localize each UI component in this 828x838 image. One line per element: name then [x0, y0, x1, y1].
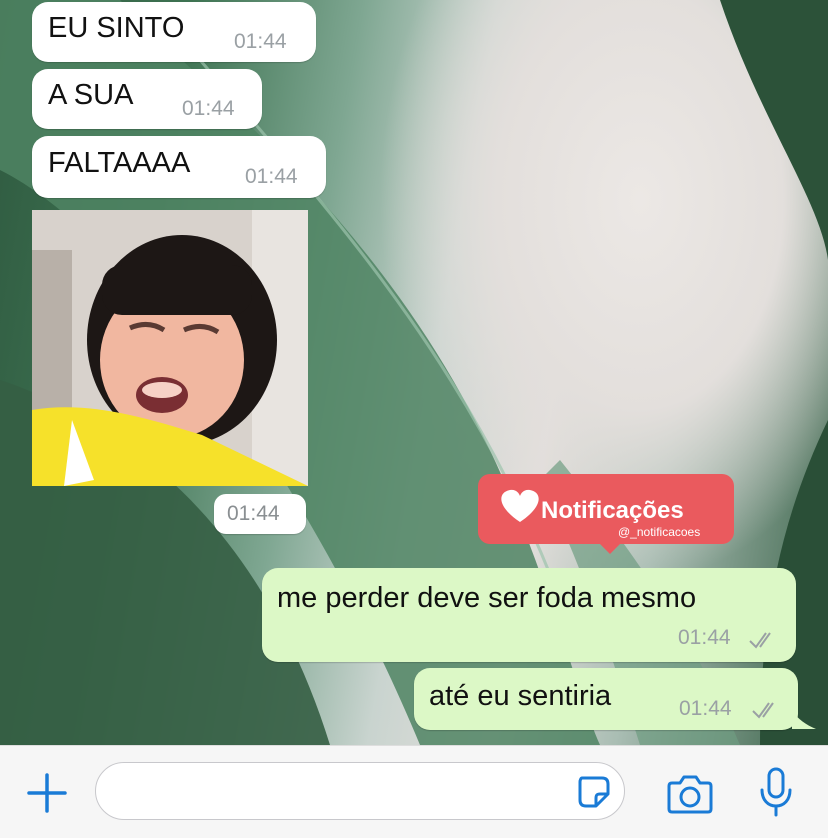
crying-child-photo[interactable]	[32, 210, 308, 486]
bubble-tail	[792, 711, 816, 729]
message-text: FALTAAAA	[48, 147, 191, 179]
watermark-handle: @_notificacoes	[618, 525, 701, 539]
heart-icon	[501, 489, 539, 522]
photo-illustration	[32, 210, 308, 486]
message-input[interactable]	[95, 762, 625, 820]
message-time: 01:44	[678, 626, 731, 649]
message-time: 01:44	[234, 30, 287, 53]
message-bubble-incoming[interactable]: EU SINTO 01:44	[32, 2, 316, 62]
message-time: 01:44	[245, 165, 298, 188]
message-text: EU SINTO	[48, 12, 185, 44]
message-time: 01:44	[679, 697, 732, 720]
message-time: 01:44	[182, 97, 235, 120]
notificacoes-watermark: Notificações @_notificacoes	[478, 474, 734, 554]
message-text: A SUA	[48, 79, 134, 111]
plus-icon[interactable]	[25, 771, 69, 815]
composer-bar	[0, 745, 828, 838]
double-check-icon	[749, 632, 771, 649]
double-check-icon	[752, 702, 774, 719]
message-text: me perder deve ser foda mesmo	[277, 582, 697, 614]
sticker-icon[interactable]	[574, 772, 614, 812]
message-bubble-outgoing[interactable]: me perder deve ser foda mesmo 01:44	[262, 568, 796, 662]
camera-icon[interactable]	[666, 771, 714, 815]
microphone-icon[interactable]	[758, 766, 794, 818]
message-bubble-incoming[interactable]: FALTAAAA 01:44	[32, 136, 326, 198]
image-timestamp-badge: 01:44	[214, 494, 306, 534]
message-bubble-incoming[interactable]: A SUA 01:44	[32, 69, 262, 129]
message-bubble-outgoing[interactable]: até eu sentiria 01:44	[414, 668, 798, 730]
message-text: até eu sentiria	[429, 680, 612, 712]
message-time: 01:44	[227, 502, 280, 525]
watermark-title: Notificações	[541, 497, 684, 524]
